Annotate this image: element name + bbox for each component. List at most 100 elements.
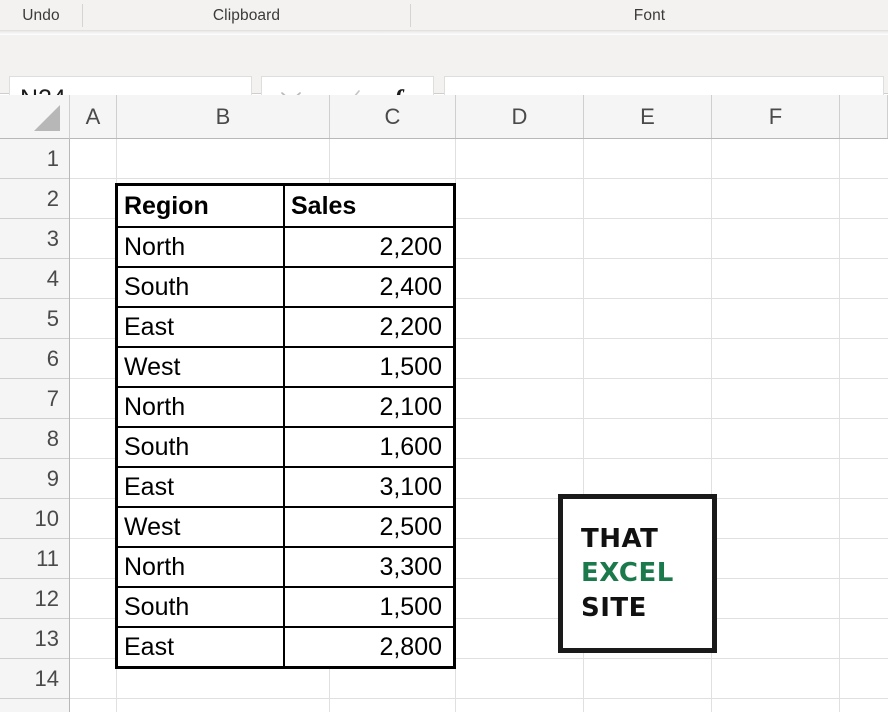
table-header-row: Region Sales [118, 186, 453, 226]
cell-sales[interactable]: 1,500 [285, 588, 451, 626]
column-header-d[interactable]: D [456, 95, 584, 138]
row-header-3[interactable]: 3 [0, 219, 69, 259]
row-header-label: 12 [34, 585, 59, 611]
row-header-label: 2 [46, 185, 59, 211]
gridline-vertical [839, 139, 840, 712]
excel-window: Undo Clipboard Font N24 [0, 0, 888, 712]
cell-sales[interactable]: 2,100 [285, 388, 451, 426]
row-header-5[interactable]: 5 [0, 299, 69, 339]
formula-bar: N24 fx [0, 35, 888, 123]
that-excel-site-logo: THAT EXCEL SITE [558, 494, 717, 653]
row-header-9[interactable]: 9 [0, 459, 69, 499]
column-headers: A B C D E F [70, 95, 888, 139]
cell-sales[interactable]: 2,500 [285, 508, 451, 546]
row-header-label: 8 [46, 425, 59, 451]
row-header-13[interactable]: 13 [0, 619, 69, 659]
ribbon-group-clipboard[interactable]: Clipboard [83, 0, 410, 31]
table-row[interactable]: East 2,800 [118, 626, 453, 666]
row-header-label: 6 [46, 345, 59, 371]
row-header-label: 4 [46, 265, 59, 291]
cell-sales[interactable]: 3,300 [285, 548, 451, 586]
row-header-label: 13 [34, 625, 59, 651]
cell-region[interactable]: South [118, 268, 285, 306]
ribbon-divider [410, 4, 411, 27]
cell-sales[interactable]: 1,500 [285, 348, 451, 386]
column-header-label: F [768, 103, 783, 129]
column-header-a[interactable]: A [70, 95, 117, 138]
row-header-label: 3 [46, 225, 59, 251]
ribbon-divider [82, 4, 83, 27]
column-header-label: D [511, 103, 528, 129]
cell-region[interactable]: East [118, 468, 285, 506]
row-header-label: 9 [46, 465, 59, 491]
cell-sales[interactable]: 2,200 [285, 308, 451, 346]
column-header-g[interactable] [840, 95, 888, 138]
row-header-label: 7 [46, 385, 59, 411]
logo-line-excel: EXCEL [581, 558, 674, 589]
gridline-horizontal [70, 178, 888, 179]
row-header-4[interactable]: 4 [0, 259, 69, 299]
column-header-label: E [640, 103, 655, 129]
row-header-7[interactable]: 7 [0, 379, 69, 419]
logo-line-site: SITE [581, 592, 647, 623]
cell-region[interactable]: East [118, 308, 285, 346]
table-row[interactable]: South 1,600 [118, 426, 453, 466]
table-header-region: Region [118, 186, 285, 226]
table-row[interactable]: East 3,100 [118, 466, 453, 506]
table-row[interactable]: North 3,300 [118, 546, 453, 586]
row-headers: 1 2 3 4 5 6 7 8 9 10 11 12 13 14 [0, 139, 70, 712]
row-header-6[interactable]: 6 [0, 339, 69, 379]
row-header-label: 10 [34, 505, 59, 531]
gridline-horizontal [70, 698, 888, 699]
cell-region[interactable]: East [118, 628, 285, 666]
logo-line-that: THAT [581, 524, 659, 555]
row-header-2[interactable]: 2 [0, 179, 69, 219]
cell-sales[interactable]: 2,200 [285, 228, 451, 266]
cell-sales[interactable]: 3,100 [285, 468, 451, 506]
ribbon-group-undo[interactable]: Undo [0, 0, 82, 31]
table-row[interactable]: South 2,400 [118, 266, 453, 306]
column-header-f[interactable]: F [712, 95, 840, 138]
column-header-label: B [215, 103, 231, 129]
table-row[interactable]: West 2,500 [118, 506, 453, 546]
table-header-sales: Sales [291, 191, 357, 220]
column-header-b[interactable]: B [117, 95, 330, 138]
row-header-14[interactable]: 14 [0, 659, 69, 699]
table-row[interactable]: East 2,200 [118, 306, 453, 346]
row-header-10[interactable]: 10 [0, 499, 69, 539]
table-row[interactable]: West 1,500 [118, 346, 453, 386]
cell-sales[interactable]: 1,600 [285, 428, 451, 466]
row-header-1[interactable]: 1 [0, 139, 69, 179]
table-row[interactable]: North 2,200 [118, 226, 453, 266]
table-row[interactable]: South 1,500 [118, 586, 453, 626]
row-header-label: 1 [46, 145, 59, 171]
table-row[interactable]: North 2,100 [118, 386, 453, 426]
row-header-label: 14 [34, 665, 59, 691]
row-header-12[interactable]: 12 [0, 579, 69, 619]
select-all-button[interactable] [0, 95, 70, 139]
ribbon-group-font-label: Font [633, 6, 666, 24]
ribbon-group-font[interactable]: Font [411, 0, 888, 31]
ribbon-group-clipboard-label: Clipboard [212, 6, 281, 24]
cell-region[interactable]: West [118, 508, 285, 546]
cell-region[interactable]: North [118, 548, 285, 586]
cell-region[interactable]: North [118, 228, 285, 266]
cell-region[interactable]: West [118, 348, 285, 386]
ribbon-group-undo-label: Undo [22, 6, 60, 24]
column-header-c[interactable]: C [330, 95, 456, 138]
cell-sales[interactable]: 2,800 [285, 628, 451, 666]
row-header-8[interactable]: 8 [0, 419, 69, 459]
column-header-e[interactable]: E [584, 95, 712, 138]
select-all-triangle-icon [34, 105, 60, 131]
cell-region[interactable]: South [118, 588, 285, 626]
column-header-label: A [85, 103, 101, 129]
row-header-label: 11 [36, 545, 59, 571]
row-header-label: 5 [46, 305, 59, 331]
row-header-11[interactable]: 11 [0, 539, 69, 579]
sales-data-table[interactable]: Region Sales North 2,200 South 2,400 Eas… [115, 183, 456, 669]
cell-region[interactable]: North [118, 388, 285, 426]
cell-sales[interactable]: 2,400 [285, 268, 451, 306]
column-header-label: C [384, 103, 401, 129]
cell-region[interactable]: South [118, 428, 285, 466]
ribbon-group-labels: Undo Clipboard Font [0, 0, 888, 31]
